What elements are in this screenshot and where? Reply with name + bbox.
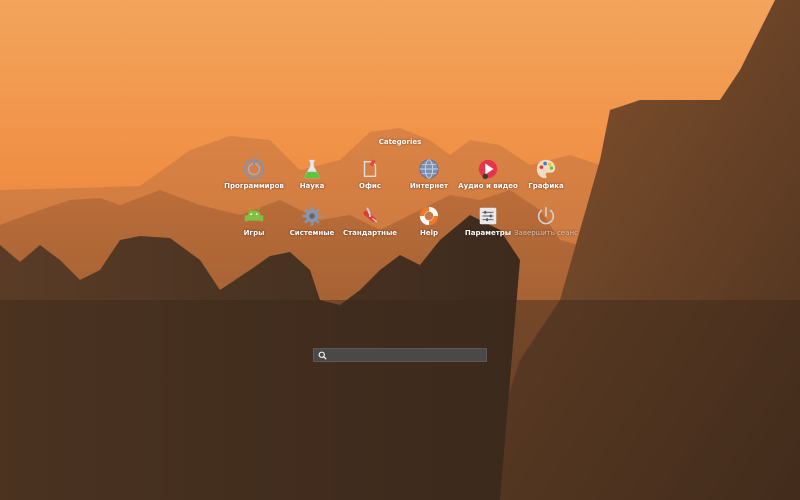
category-label: Help xyxy=(419,229,439,237)
gear-icon xyxy=(302,206,322,226)
category-label: Игры xyxy=(243,229,265,237)
category-label: Офис xyxy=(359,182,381,190)
logout-button[interactable]: Завершить сеанс xyxy=(514,205,578,238)
category-label: Параметры xyxy=(464,229,512,237)
category-label: Стандартные xyxy=(342,229,398,237)
search-icon xyxy=(318,351,327,360)
lifebuoy-icon xyxy=(419,206,439,226)
category-label: Графика xyxy=(528,182,564,190)
swiss-knife-icon xyxy=(363,207,378,223)
settings-sliders-icon xyxy=(479,207,497,225)
multimedia-icon xyxy=(478,159,498,180)
category-label: Программиров xyxy=(224,182,284,190)
category-multimedia[interactable]: Аудио и видео xyxy=(456,158,520,191)
category-settings[interactable]: Параметры xyxy=(456,205,520,238)
category-label: Аудио и видео xyxy=(458,182,518,190)
category-office[interactable]: Офис xyxy=(338,158,402,191)
category-label: Завершить сеанс xyxy=(514,229,578,237)
category-help[interactable]: Help xyxy=(397,205,461,238)
category-games[interactable]: Игры xyxy=(222,205,286,238)
power-icon xyxy=(537,206,555,225)
launcher-title: Categories xyxy=(378,138,422,146)
category-graphics[interactable]: Графика xyxy=(514,158,578,191)
category-accessories[interactable]: Стандартные xyxy=(338,205,402,238)
palette-icon xyxy=(536,159,556,179)
category-label: Наука xyxy=(299,182,325,190)
category-label: Интернет xyxy=(409,182,449,190)
android-game-icon xyxy=(244,207,264,222)
office-icon xyxy=(363,159,377,178)
globe-icon xyxy=(419,159,439,179)
category-science[interactable]: Наука xyxy=(280,158,344,191)
application-launcher: Categories Программиров Наука Офис Интер… xyxy=(0,0,800,500)
development-icon xyxy=(243,158,265,180)
category-system[interactable]: Системные xyxy=(280,205,344,238)
category-internet[interactable]: Интернет xyxy=(397,158,461,191)
category-development[interactable]: Программиров xyxy=(222,158,286,191)
search-input[interactable] xyxy=(330,349,484,361)
search-bar[interactable] xyxy=(313,348,487,362)
category-label: Системные xyxy=(289,229,335,237)
science-flask-icon xyxy=(304,159,320,179)
